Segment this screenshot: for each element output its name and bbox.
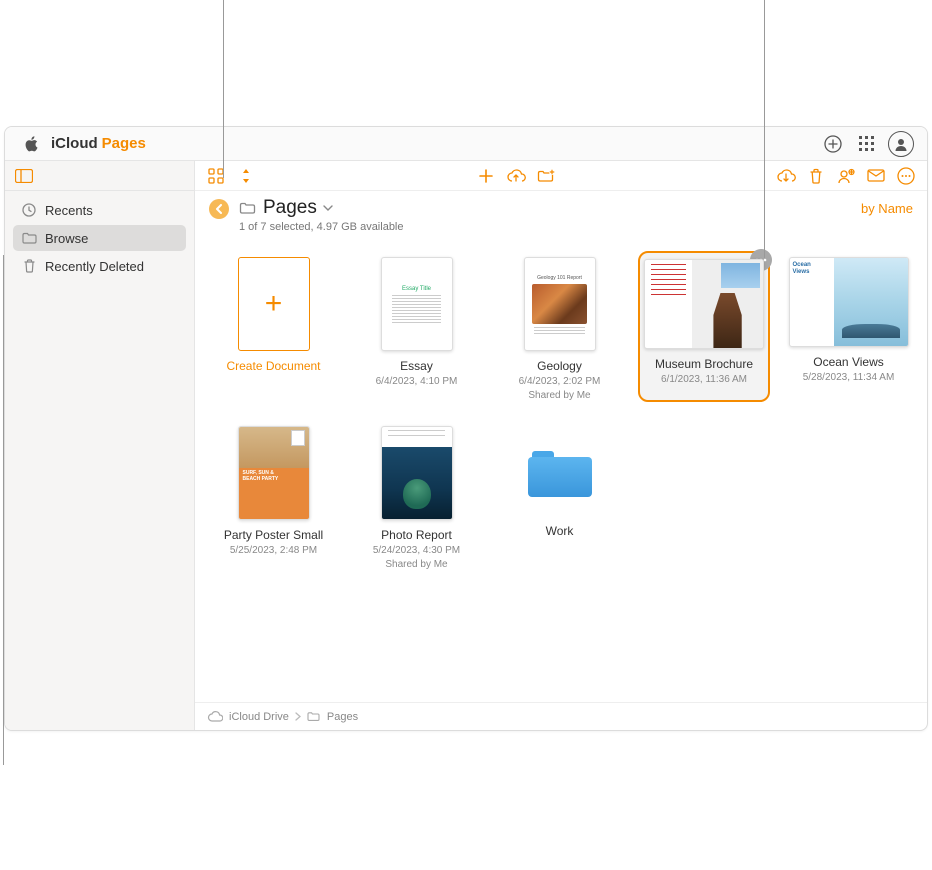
breadcrumb-leaf[interactable]: Pages (327, 711, 358, 723)
document-name: Photo Report (381, 528, 452, 542)
plus-icon[interactable] (475, 165, 497, 187)
trash-icon (21, 258, 37, 274)
chevron-right-icon (295, 712, 301, 721)
folder-icon (307, 711, 321, 722)
document-essay[interactable]: Essay Title Essay 6/4/2023, 4:10 PM (352, 251, 481, 402)
sort-by-name[interactable]: by Name (861, 197, 913, 216)
folder-work[interactable]: Work (495, 420, 624, 571)
document-name: Geology (537, 359, 582, 373)
sidebar-item-recents[interactable]: Recents (13, 197, 186, 223)
cloud-icon (207, 711, 223, 722)
chevron-down-icon[interactable] (323, 205, 333, 212)
selection-status: 1 of 7 selected, 4.97 GB available (239, 221, 404, 233)
apple-logo-icon (17, 130, 45, 158)
new-folder-icon[interactable] (535, 165, 557, 187)
sidebar-item-recently-deleted[interactable]: Recently Deleted (13, 253, 186, 279)
document-thumbnail: Ocean Views (789, 257, 909, 347)
back-button[interactable] (209, 199, 229, 219)
document-shared: Shared by Me (519, 389, 601, 403)
document-date: 6/4/2023, 2:02 PM (519, 375, 601, 389)
document-date: 5/25/2023, 2:48 PM (230, 544, 317, 558)
document-photo-report[interactable]: Photo Report 5/24/2023, 4:30 PM Shared b… (352, 420, 481, 571)
app-grid-icon[interactable] (853, 130, 881, 158)
plus-icon: + (238, 257, 310, 351)
location-title[interactable]: Pages (263, 197, 317, 219)
document-thumbnail (381, 426, 453, 520)
sidebar-item-label: Browse (45, 231, 88, 246)
document-ocean-views[interactable]: Ocean Views Ocean Views 5/28/2023, 11:34… (784, 251, 913, 402)
document-meta: 6/4/2023, 4:10 PM (376, 375, 458, 389)
document-name: Essay (400, 359, 433, 373)
clock-icon (21, 202, 37, 218)
sort-updown-icon[interactable] (235, 165, 257, 187)
document-museum-brochure[interactable]: Museum Brochure 6/1/2023, 11:36 AM (638, 251, 770, 402)
cloud-download-icon[interactable] (775, 165, 797, 187)
document-shared: Shared by Me (373, 558, 460, 572)
callout-line (223, 0, 224, 178)
account-avatar-icon[interactable] (887, 130, 915, 158)
app-window: iCloud Pages (4, 126, 928, 731)
sidebar-item-label: Recents (45, 203, 93, 218)
sidebar: Recents Browse Recently Deleted (5, 161, 195, 730)
document-thumbnail: Essay Title (381, 257, 453, 351)
sidebar-item-label: Recently Deleted (45, 259, 144, 274)
breadcrumb-bar: iCloud Drive Pages (195, 702, 927, 730)
document-name: Museum Brochure (655, 357, 753, 371)
folder-thumbnail (500, 426, 620, 516)
folder-name: Work (546, 524, 574, 538)
document-geology[interactable]: Geology 101 Report Geology 6/4/2023, 2:0… (495, 251, 624, 402)
app-brand: iCloud Pages (51, 135, 146, 152)
document-date: 6/1/2023, 11:36 AM (661, 373, 747, 387)
breadcrumb-root[interactable]: iCloud Drive (229, 711, 289, 723)
folder-icon (239, 201, 257, 215)
callout-line (764, 0, 765, 258)
cloud-upload-icon[interactable] (505, 165, 527, 187)
delete-trash-icon[interactable] (805, 165, 827, 187)
more-ellipsis-icon[interactable] (895, 165, 917, 187)
sidebar-item-browse[interactable]: Browse (13, 225, 186, 251)
document-thumbnail (644, 259, 764, 349)
create-plus-circle-icon[interactable] (819, 130, 847, 158)
callout-line (3, 255, 4, 765)
document-date: 5/28/2023, 11:34 AM (803, 371, 895, 385)
document-grid: + Create Document Essay Title Essay 6/4/… (195, 241, 927, 702)
document-thumbnail: Geology 101 Report (524, 257, 596, 351)
document-name: Party Poster Small (224, 528, 323, 542)
toolbar (195, 161, 927, 191)
document-date: 5/24/2023, 4:30 PM (373, 544, 460, 558)
sidebar-toggle-icon[interactable] (13, 165, 35, 187)
mail-icon[interactable] (865, 165, 887, 187)
document-name: Ocean Views (813, 355, 883, 369)
document-thumbnail: SURF, SUN & BEACH PARTY (238, 426, 310, 520)
create-label: Create Document (226, 359, 320, 373)
create-document-cell[interactable]: + Create Document (209, 251, 338, 402)
folder-icon (21, 230, 37, 246)
document-party-poster[interactable]: SURF, SUN & BEACH PARTY Party Poster Sma… (209, 420, 338, 571)
share-collaborate-icon[interactable] (835, 165, 857, 187)
main-area: Pages 1 of 7 selected, 4.97 GB available… (195, 161, 927, 730)
content-header: Pages 1 of 7 selected, 4.97 GB available… (195, 191, 927, 241)
titlebar: iCloud Pages (5, 127, 927, 161)
